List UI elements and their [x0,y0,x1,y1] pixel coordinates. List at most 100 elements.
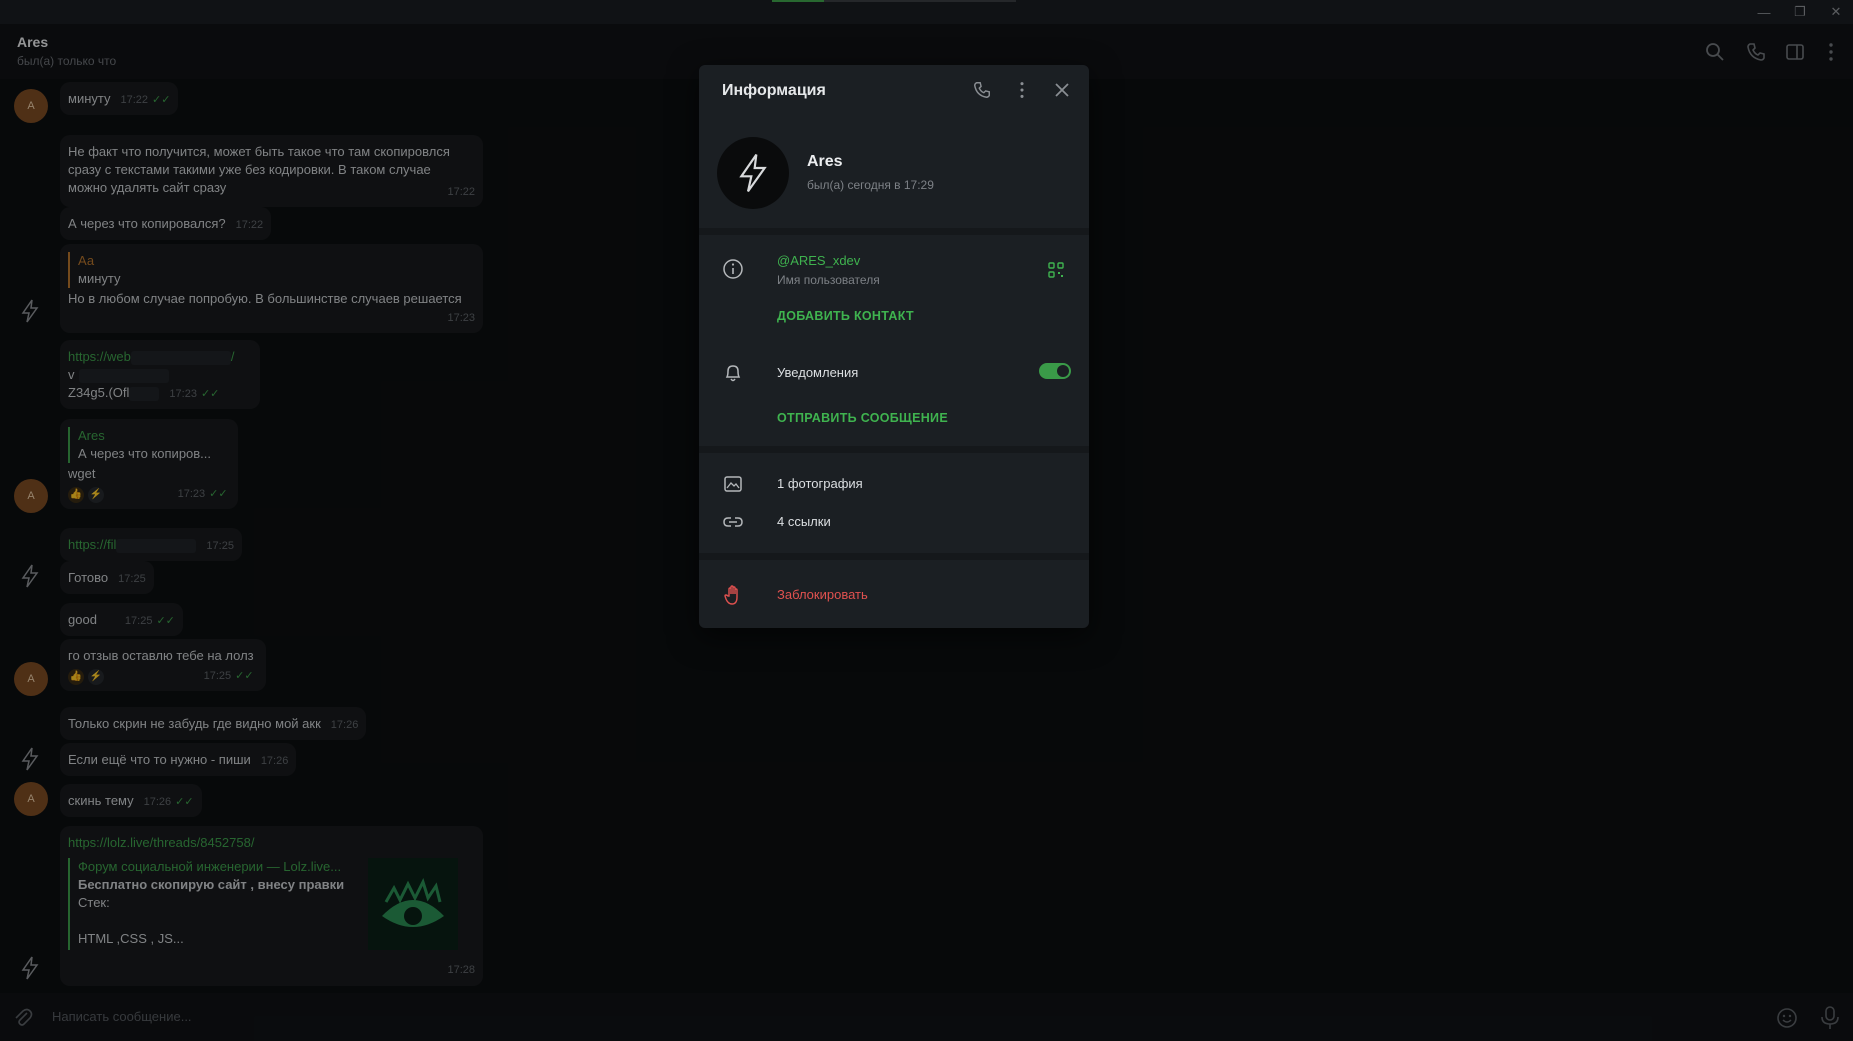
message-time: 17:22 [120,94,149,106]
avatar[interactable]: A [14,89,48,123]
close-window-button[interactable]: ✕ [1822,2,1850,22]
message-text: можно удалять сайт сразу 17:22 [68,179,475,198]
microphone-icon[interactable] [1818,1005,1842,1031]
message-time: 17:26 [143,796,172,808]
message-bubble[interactable]: https://web / v Z34g5.(Ofl 17:23 ✓✓ [60,340,260,409]
message-bubble[interactable]: https://fil 17:25 [60,528,242,561]
contact-avatar-bolt-icon[interactable] [18,955,42,981]
message-time: 17:26 [330,719,359,731]
message-text: Готово [68,570,109,585]
reactions[interactable]: 👍 ⚡ [68,669,104,685]
message-text: скинь тему [68,793,134,808]
message-time: 17:25 [203,670,232,682]
emoji-icon[interactable] [1775,1006,1799,1030]
qr-code-icon[interactable] [1047,261,1065,279]
send-message-button[interactable]: ОТПРАВИТЬ СООБЩЕНИЕ [777,411,948,425]
message-bubble[interactable]: Ares А через что копиров... wget 👍 ⚡ 17:2… [60,419,238,509]
notifications-toggle[interactable] [1039,363,1071,379]
reply-quote[interactable]: Ares А через что копиров... [68,427,230,463]
message-bubble[interactable]: Только скрин не забудь где видно мой акк… [60,707,367,740]
message-bubble[interactable]: скинь тему 17:26 ✓✓ [60,784,202,817]
block-hand-icon [724,585,738,605]
contact-avatar-bolt-icon[interactable] [18,746,42,772]
composer: Написать сообщение... [0,993,1853,1041]
reply-quote[interactable]: Аа минуту [68,252,475,288]
message-time: 17:28 [447,964,475,976]
username-value[interactable]: @ARES_xdev [777,253,860,268]
reply-author: Аа [78,253,95,268]
message-bubble[interactable]: минуту 17:22 ✓✓ [60,82,179,115]
read-check-icon: ✓✓ [152,94,171,106]
message-bubble[interactable]: Не факт что получится, может быть такое … [60,135,483,207]
dialog-close-button[interactable] [1050,78,1074,102]
message-bubble[interactable]: А через что копировался? 17:22 [60,207,272,240]
user-info-dialog: Информация Ares был(а) сегодня в 17:29 @… [699,65,1089,628]
divider [699,228,1089,235]
bell-icon [725,365,741,382]
profile-last-seen: был(а) сегодня в 17:29 [807,178,934,192]
reactions[interactable]: 👍 ⚡ [68,487,104,503]
call-button[interactable] [970,78,994,102]
link-preview[interactable]: Форум социальной инженерии — Lolz.live..… [68,858,475,950]
loading-progress [772,0,1016,2]
message-time: 17:23 [177,488,206,500]
message-link[interactable]: https://web [68,349,131,364]
maximize-button[interactable]: ❐ [1786,2,1814,22]
phone-icon [973,82,990,99]
contact-avatar-bolt-icon[interactable] [18,298,42,324]
read-check-icon: ✓✓ [175,796,194,808]
read-check-icon: ✓✓ [200,388,220,400]
read-check-icon: ✓✓ [156,615,175,627]
photos-count[interactable]: 1 фотография [777,476,863,491]
avatar[interactable]: A [14,479,48,513]
profile-avatar[interactable] [717,137,789,209]
link-icon [723,517,743,527]
preview-thumbnail-eye-icon[interactable] [368,858,458,950]
profile-name: Ares [807,153,843,170]
avatar[interactable]: A [14,782,48,816]
minimize-button[interactable]: — [1750,2,1778,22]
sidebar-toggle-icon[interactable] [1784,41,1806,63]
more-icon[interactable] [1820,41,1842,63]
message-link[interactable]: https://lolz.live/threads/8452758/ [68,834,475,852]
message-text: good [68,612,97,627]
message-text: wget [68,466,96,481]
message-time: 17:25 [124,615,153,627]
message-text: Но в любом случае попробую. В большинств… [68,291,462,306]
attach-icon[interactable] [12,1007,34,1029]
divider [699,446,1089,453]
message-bubble[interactable]: го отзыв оставлю тебе на лолз 👍 ⚡ 17:25 ✓✓ [60,639,266,691]
chat-title[interactable]: Ares [17,34,48,50]
avatar[interactable]: A [14,662,48,696]
message-time: 17:22 [235,219,264,231]
message-bubble[interactable]: good 17:25 ✓✓ [60,603,183,636]
message-link-end: / [230,349,235,364]
message-bubble[interactable]: Если ещё что то нужно - пиши 17:26 [60,743,297,776]
dialog-title: Информация [722,82,826,99]
block-user-button[interactable]: Заблокировать [777,587,868,602]
message-bubble[interactable]: Готово 17:25 [60,561,154,594]
message-text: v [68,367,75,382]
message-text: Не факт что получится, может быть такое … [68,144,450,159]
message-link[interactable]: https://fil [68,537,116,552]
links-count[interactable]: 4 ссылки [777,514,831,529]
thumbs-up-reaction-icon[interactable]: 👍 [68,669,84,685]
search-icon[interactable] [1704,41,1726,63]
message-bubble[interactable]: Аа минуту Но в любом случае попробую. В … [60,244,483,333]
message-text: Если ещё что то нужно - пиши [68,752,251,767]
notifications-label: Уведомления [777,365,859,380]
thumbs-up-reaction-icon[interactable]: 👍 [68,487,84,503]
read-check-icon: ✓✓ [209,488,228,500]
message-input[interactable]: Написать сообщение... [52,1009,192,1024]
message-text: сразу с текстами такими уже без кодировк… [68,162,431,177]
message-time: 17:23 [169,388,197,400]
add-contact-button[interactable]: ДОБАВИТЬ КОНТАКТ [777,309,914,323]
bolt-reaction-icon[interactable]: ⚡ [88,669,104,685]
dialog-more-button[interactable] [1010,78,1034,102]
contact-avatar-bolt-icon[interactable] [18,563,42,589]
message-text: А через что копировался? [68,216,226,231]
reply-author: Ares [78,428,105,443]
bolt-reaction-icon[interactable]: ⚡ [88,487,104,503]
phone-icon[interactable] [1745,41,1767,63]
message-bubble[interactable]: https://lolz.live/threads/8452758/ Форум… [60,826,483,986]
